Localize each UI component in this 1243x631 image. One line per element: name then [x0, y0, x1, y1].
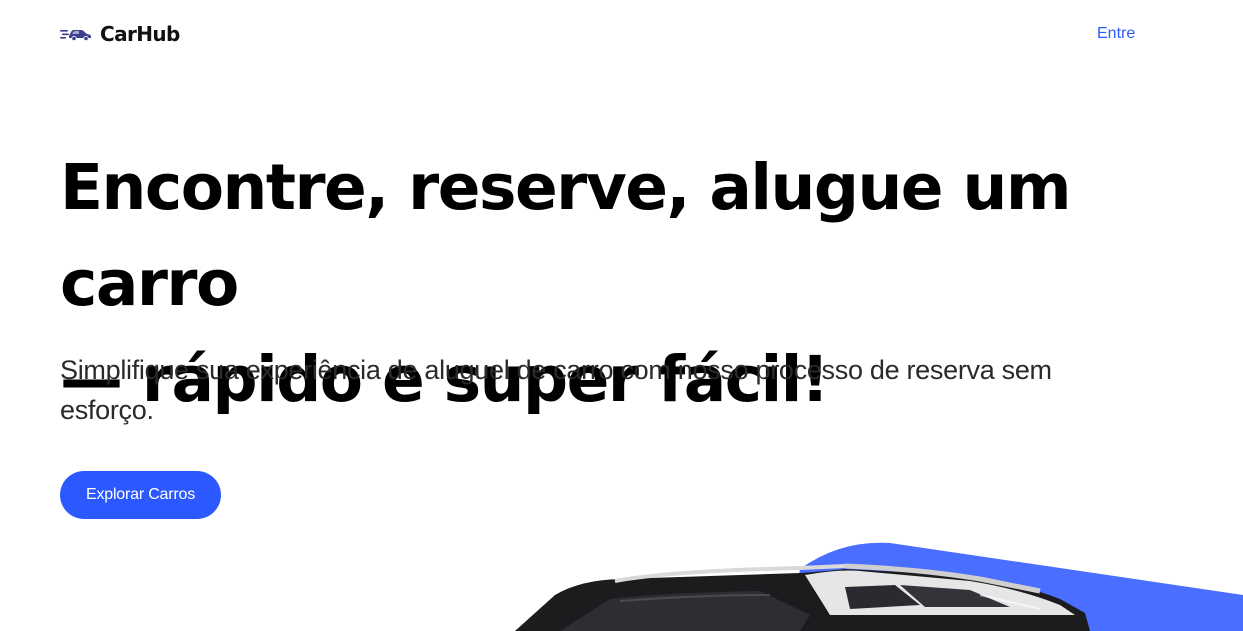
navbar: CarHub Entre	[0, 0, 1243, 70]
logo-link[interactable]: CarHub	[60, 21, 180, 47]
explore-cars-button[interactable]: Explorar Carros	[60, 471, 221, 519]
page: CarHub Entre Encontre, reserve, alugue u…	[0, 0, 1243, 631]
car-speed-icon	[60, 26, 92, 42]
hero-subtitle: Simplifique sua experiência de aluguel d…	[60, 355, 1052, 425]
sign-in-link[interactable]: Entre	[1097, 24, 1135, 44]
logo-text: CarHub	[100, 22, 180, 46]
hero-title-line-1: Encontre, reserve, alugue um carro	[60, 151, 1071, 320]
hero-car-image	[500, 535, 1243, 631]
